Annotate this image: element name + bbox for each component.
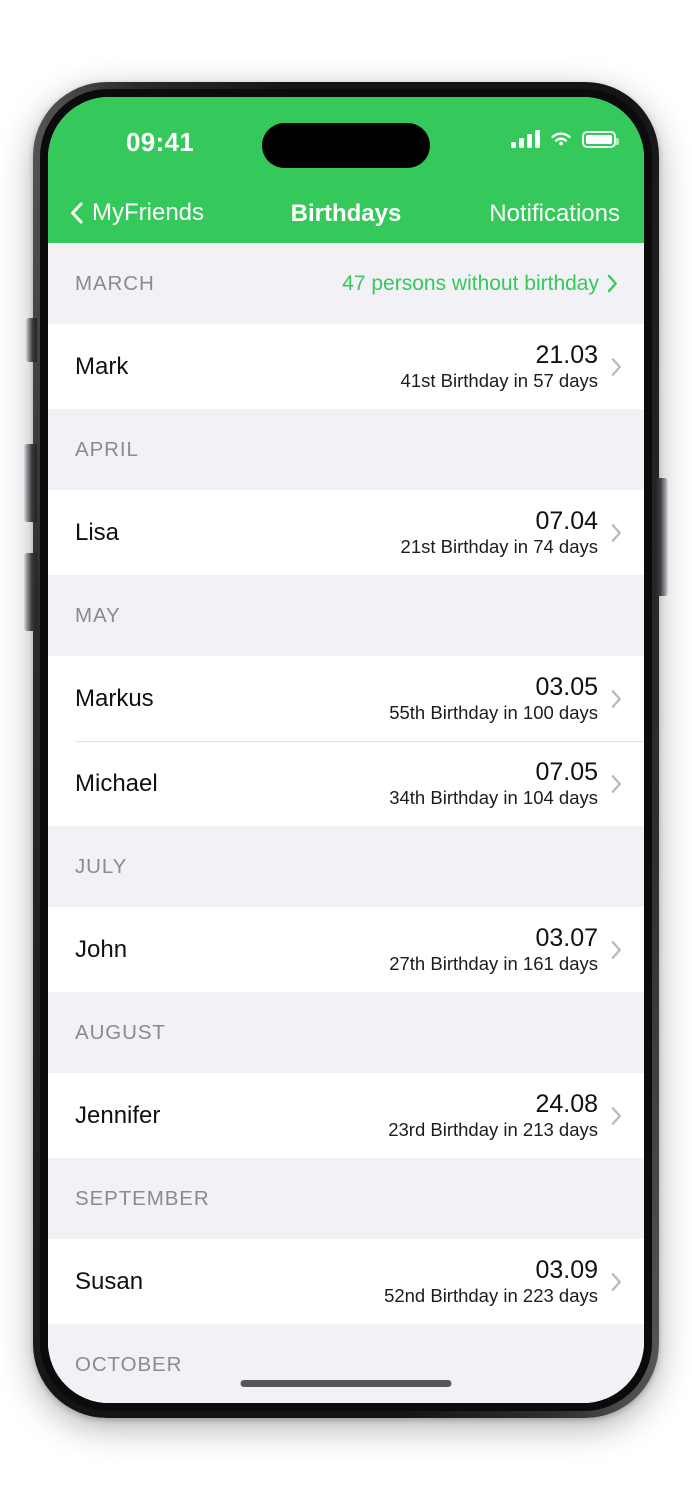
dynamic-island xyxy=(262,123,430,168)
birthday-row-subtitle: 21st Birthday in 74 days xyxy=(400,536,598,558)
volume-down-button[interactable] xyxy=(24,553,37,631)
wifi-icon xyxy=(549,130,573,148)
chevron-right-icon xyxy=(611,940,622,960)
section-header-april: APRIL xyxy=(48,409,644,490)
birthday-row-date: 07.05 xyxy=(535,758,598,787)
section-title: OCTOBER xyxy=(75,1352,183,1376)
birthday-row-details: 03.07 27th Birthday in 161 days xyxy=(389,924,598,975)
birthday-row-details: 03.09 52nd Birthday in 223 days xyxy=(384,1256,598,1307)
birthday-row-name: Lisa xyxy=(75,518,120,546)
section-header-july: JULY xyxy=(48,826,644,907)
status-bar-time: 09:41 xyxy=(126,127,194,157)
battery-full-icon xyxy=(582,130,619,148)
birthday-row-name: Markus xyxy=(75,684,154,712)
birthday-row[interactable]: John 03.07 27th Birthday in 161 days xyxy=(48,907,644,992)
signal-bars-icon xyxy=(511,130,540,148)
birthday-row-details: 03.05 55th Birthday in 100 days xyxy=(389,673,598,724)
section-title: AUGUST xyxy=(75,1020,166,1044)
persons-without-birthday-link[interactable]: 47 persons without birthday xyxy=(342,272,618,296)
section-title: JULY xyxy=(75,854,128,878)
section-header-may: MAY xyxy=(48,575,644,656)
status-bar-indicators xyxy=(511,130,619,148)
birthday-row-subtitle: 34th Birthday in 104 days xyxy=(389,787,598,809)
chevron-right-icon xyxy=(607,274,618,293)
birthday-row[interactable]: Markus 03.05 55th Birthday in 100 days xyxy=(48,656,644,741)
birthday-row-subtitle: 27th Birthday in 161 days xyxy=(389,953,598,975)
birthday-row-details: 07.05 34th Birthday in 104 days xyxy=(389,758,598,809)
birthday-row-name: Mark xyxy=(75,352,129,380)
birthday-row[interactable]: Mark 21.03 41st Birthday in 57 days xyxy=(48,324,644,409)
navigation-bar: MyFriends Birthdays Notifications xyxy=(48,190,644,243)
section-title: SEPTEMBER xyxy=(75,1186,210,1210)
section-title: MAY xyxy=(75,603,121,627)
chevron-right-icon xyxy=(611,1106,622,1126)
birthday-row[interactable]: Susan 03.09 52nd Birthday in 223 days xyxy=(48,1239,644,1324)
birthday-row-details: 21.03 41st Birthday in 57 days xyxy=(401,341,598,392)
section-header-march: MARCH 47 persons without birthday xyxy=(48,243,644,324)
birthday-list[interactable]: MARCH 47 persons without birthday Mark 21.0… xyxy=(48,243,644,1403)
chevron-right-icon xyxy=(611,774,622,794)
birthday-row-details: 07.04 21st Birthday in 74 days xyxy=(401,507,598,558)
birthday-row-date: 21.03 xyxy=(535,341,598,370)
section-header-august: AUGUST xyxy=(48,992,644,1073)
silent-switch-button[interactable] xyxy=(26,318,37,362)
chevron-right-icon xyxy=(611,689,622,709)
birthday-row-name: Michael xyxy=(75,769,158,797)
birthday-row-details: 24.08 23rd Birthday in 213 days xyxy=(388,1090,598,1141)
birthday-row-name: John xyxy=(75,935,128,963)
birthday-row-subtitle: 52nd Birthday in 223 days xyxy=(384,1285,598,1307)
birthday-row-name: Susan xyxy=(75,1267,144,1295)
persons-without-birthday-label: 47 persons without birthday xyxy=(342,271,599,295)
screenshot-canvas: 09:41 MyFriends Birthdays Notifications … xyxy=(0,0,692,1500)
birthday-row-date: 03.05 xyxy=(535,673,598,702)
birthday-row-subtitle: 41st Birthday in 57 days xyxy=(400,370,598,392)
birthday-row[interactable]: Michael 07.05 34th Birthday in 104 days xyxy=(48,741,644,826)
status-bar: 09:41 xyxy=(48,97,644,190)
birthday-row-subtitle: 23rd Birthday in 213 days xyxy=(388,1119,598,1141)
birthday-row-date: 03.07 xyxy=(535,924,598,953)
birthday-row-date: 03.09 xyxy=(535,1256,598,1285)
birthday-row-date: 07.04 xyxy=(535,507,598,536)
section-title: APRIL xyxy=(75,437,139,461)
birthday-row-name: Jennifer xyxy=(75,1101,161,1129)
birthday-row-subtitle: 55th Birthday in 100 days xyxy=(389,702,598,724)
birthday-row-date: 24.08 xyxy=(535,1090,598,1119)
birthday-row[interactable]: Lisa 07.04 21st Birthday in 74 days xyxy=(48,490,644,575)
volume-up-button[interactable] xyxy=(24,444,37,522)
chevron-right-icon xyxy=(611,523,622,543)
section-title: MARCH xyxy=(75,271,155,295)
section-header-september: SEPTEMBER xyxy=(48,1158,644,1239)
chevron-right-icon xyxy=(611,357,622,377)
notifications-button[interactable]: Notifications xyxy=(489,200,620,228)
chevron-right-icon xyxy=(611,1272,622,1292)
home-indicator[interactable] xyxy=(240,1380,452,1387)
birthday-row[interactable]: Jennifer 24.08 23rd Birthday in 213 days xyxy=(48,1073,644,1158)
power-button[interactable] xyxy=(655,478,668,596)
phone-screen: 09:41 MyFriends Birthdays Notifications … xyxy=(48,97,644,1403)
section-header-october: OCTOBER xyxy=(48,1324,644,1403)
